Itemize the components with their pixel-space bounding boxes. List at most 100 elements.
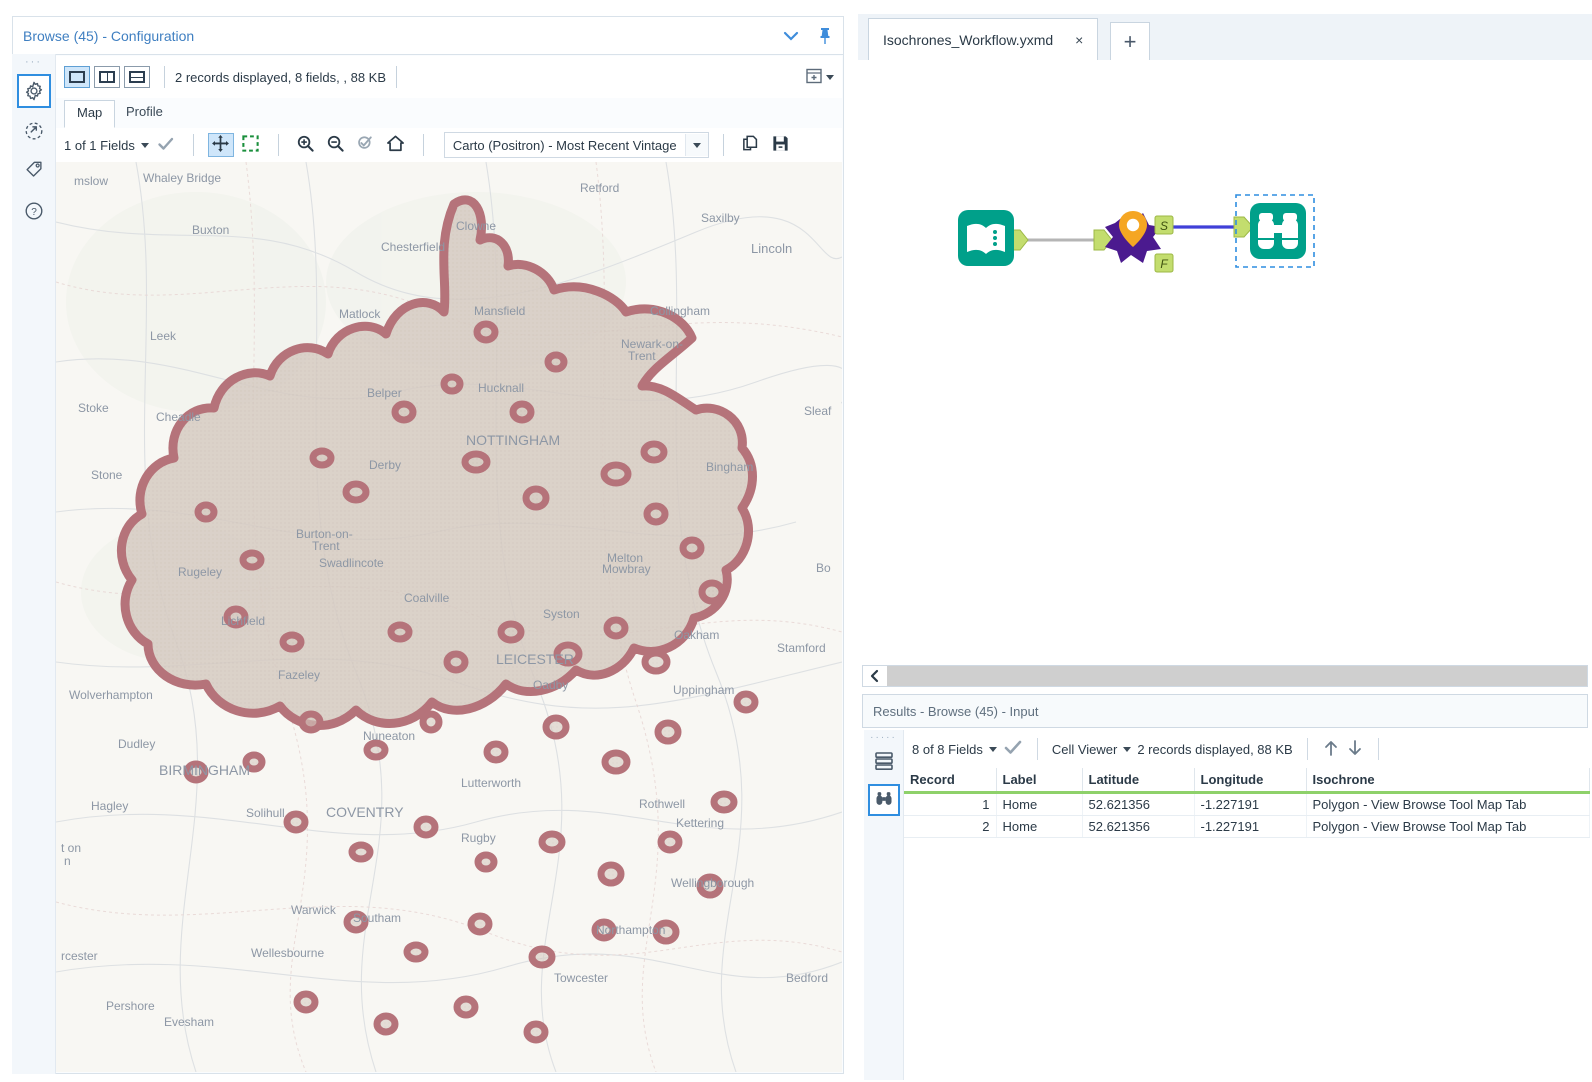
map-label: Rugeley (178, 565, 222, 579)
map-label: Coalville (404, 591, 450, 605)
scroll-up-button[interactable] (1322, 738, 1340, 761)
map-label: Syston (543, 607, 580, 621)
zoom-out-icon (326, 134, 345, 156)
sidebar-item-configuration[interactable] (17, 74, 51, 108)
chevron-down-icon[interactable] (685, 134, 708, 156)
page-title: Browse (45) - Configuration (23, 28, 194, 44)
tab-profile[interactable]: Profile (114, 100, 175, 128)
map-label: Sleaf (804, 404, 832, 418)
zoom-in-button[interactable] (293, 133, 319, 157)
scrollbar-track[interactable] (887, 666, 1587, 686)
marquee-select-button[interactable] (238, 133, 264, 157)
scroll-down-button[interactable] (1346, 738, 1364, 761)
workflow-canvas[interactable]: S F (858, 60, 1592, 660)
map-label: Chesterfield (381, 240, 445, 254)
new-workflow-tab-button[interactable]: + (1110, 22, 1150, 62)
sidebar-item-help[interactable]: ? (17, 194, 51, 228)
cell-latitude[interactable]: 52.621356 (1082, 816, 1194, 838)
scroll-left-button[interactable] (863, 666, 887, 686)
column-header-latitude[interactable]: Latitude (1082, 768, 1194, 793)
map-label: Bedford (786, 971, 828, 985)
tab-isochrones-workflow[interactable]: Isochrones_Workflow.yxmd × (868, 18, 1098, 60)
cell-label[interactable]: Home (996, 816, 1082, 838)
canvas-horizontal-scrollbar[interactable] (862, 665, 1588, 687)
column-header-record[interactable]: Record (904, 768, 996, 793)
configuration-title-bar: Browse (45) - Configuration (12, 16, 844, 54)
map-label: Derby (369, 458, 401, 472)
results-item-data-layers[interactable] (868, 746, 900, 778)
column-header-isochrone[interactable]: Isochrone (1306, 768, 1590, 793)
divider (723, 134, 724, 156)
cell-longitude[interactable]: -1.227191 (1194, 816, 1306, 838)
map-label: Bo (816, 561, 831, 575)
map-label: Bingham (706, 460, 753, 474)
results-item-browse[interactable] (868, 784, 900, 816)
cell-label[interactable]: Home (996, 793, 1082, 816)
connection-input-to-tradearea (1010, 230, 1112, 250)
clear-selection-button[interactable] (353, 133, 379, 157)
clear-selection-icon (356, 134, 375, 156)
map-label: t on (61, 841, 81, 855)
home-zoom-button[interactable] (383, 133, 409, 157)
results-rail-handle[interactable]: ····· (864, 730, 903, 744)
layers-icon (873, 750, 895, 775)
save-map-button[interactable] (768, 133, 794, 157)
map-label: Mowbray (602, 562, 651, 576)
map-label: Uppingham (673, 683, 734, 697)
fields-selector[interactable]: 1 of 1 Fields (64, 138, 149, 153)
add-panel-icon[interactable] (804, 66, 824, 89)
record-summary: 2 records displayed, 8 fields, , 88 KB (175, 70, 386, 85)
map-canvas[interactable]: mslowWhaley BridgeRetfordBuxtonSaxilbyCh… (56, 162, 842, 1072)
table-row: 1 Home 52.621356 -1.227191 Polygon - Vie… (904, 793, 1590, 816)
cell-isochrone[interactable]: Polygon - View Browse Tool Map Tab (1306, 793, 1590, 816)
alteryx-designer-window: Browse (45) - Configuration ··· (0, 0, 1592, 1082)
chevron-down-icon[interactable] (826, 75, 834, 80)
cell-viewer-selector[interactable]: Cell Viewer (1052, 742, 1132, 757)
results-apply-button[interactable] (1003, 739, 1023, 759)
svg-text:?: ? (31, 207, 37, 218)
map-label: Kettering (676, 816, 724, 830)
tag-icon (23, 160, 45, 182)
cell-latitude[interactable]: 52.621356 (1082, 793, 1194, 816)
cell-isochrone[interactable]: Polygon - View Browse Tool Map Tab (1306, 816, 1590, 838)
table-row: 2 Home 52.621356 -1.227191 Polygon - Vie… (904, 816, 1590, 838)
map-label: Wellesbourne (251, 946, 324, 960)
fields-selector-label: 1 of 1 Fields (64, 138, 135, 153)
divider (1037, 738, 1038, 760)
chevron-down-icon (1123, 747, 1131, 752)
basemap-selector[interactable]: Carto (Positron) - Most Recent Vintage (444, 132, 709, 158)
apply-fields-button[interactable] (153, 133, 179, 157)
basemap-label: Carto (Positron) - Most Recent Vintage (445, 138, 685, 153)
rail-drag-handle[interactable]: ··· (12, 54, 55, 70)
chevron-down-icon (989, 747, 997, 752)
cell-longitude[interactable]: -1.227191 (1194, 793, 1306, 816)
pin-icon[interactable] (817, 26, 833, 46)
layout-single-button[interactable] (64, 66, 90, 88)
anchor-success: S (1155, 216, 1173, 234)
sidebar-item-runtime[interactable] (17, 114, 51, 148)
zoom-out-button[interactable] (323, 133, 349, 157)
layout-horizontal-split-button[interactable] (124, 66, 150, 88)
column-header-label[interactable]: Label (996, 768, 1082, 793)
results-title-label: Results - Browse (45) - Input (873, 704, 1038, 719)
cell-record[interactable]: 1 (904, 793, 996, 816)
close-icon[interactable]: × (1075, 32, 1083, 48)
map-label: mslow (74, 174, 108, 188)
browse-layout-toolbar: 2 records displayed, 8 fields, , 88 KB (56, 56, 842, 98)
pan-tool-button[interactable] (208, 133, 234, 157)
map-label: Evesham (164, 1015, 214, 1029)
tab-map[interactable]: Map (64, 100, 115, 128)
anchor-failure: F (1155, 254, 1173, 272)
chevron-down-icon[interactable] (783, 30, 799, 42)
sidebar-item-annotation[interactable] (17, 154, 51, 188)
layout-vertical-split-button[interactable] (94, 66, 120, 88)
divider (193, 134, 194, 156)
map-label: Nuneaton (363, 729, 415, 743)
cell-record[interactable]: 2 (904, 816, 996, 838)
results-fields-selector[interactable]: 8 of 8 Fields (912, 742, 997, 757)
copy-map-button[interactable] (738, 133, 764, 157)
map-label: Rugby (461, 831, 496, 845)
column-header-longitude[interactable]: Longitude (1194, 768, 1306, 793)
marquee-select-icon (241, 134, 260, 156)
help-circle-icon: ? (23, 200, 45, 222)
